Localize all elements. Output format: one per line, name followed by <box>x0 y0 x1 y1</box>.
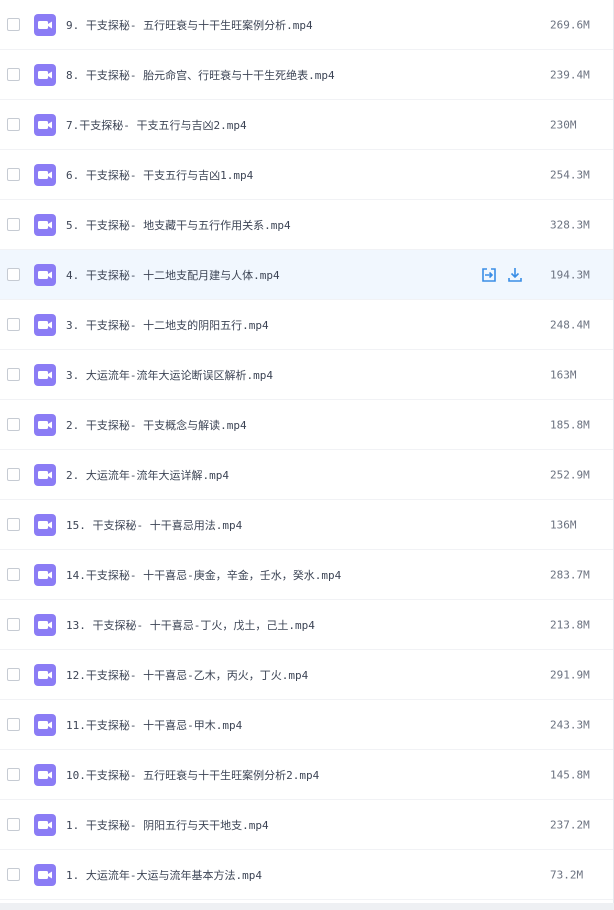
select-checkbox[interactable] <box>7 517 20 531</box>
video-file-icon <box>34 713 56 736</box>
file-size: 254.3M <box>550 168 590 181</box>
select-checkbox[interactable] <box>7 467 20 481</box>
file-size: 269.6M <box>550 18 590 31</box>
file-row[interactable]: 5. 干支探秘- 地支藏干与五行作用关系.mp4 328.3M <box>0 200 613 250</box>
video-file-icon <box>34 263 56 286</box>
file-size: 136M <box>550 518 577 531</box>
file-row[interactable]: 2. 干支探秘- 干支概念与解读.mp4 185.8M <box>0 400 613 450</box>
video-file-icon <box>34 213 56 236</box>
select-checkbox[interactable] <box>7 17 20 31</box>
file-name[interactable]: 3. 干支探秘- 十二地支的阴阳五行.mp4 <box>66 317 269 333</box>
video-file-icon <box>34 463 56 486</box>
file-row[interactable]: 7.干支探秘- 干支五行与吉凶2.mp4 230M <box>0 100 613 150</box>
file-size: 213.8M <box>550 618 590 631</box>
share-icon[interactable] <box>480 266 498 284</box>
video-file-icon <box>34 363 56 386</box>
file-name[interactable]: 8. 干支探秘- 胎元命宫、行旺衰与十干生死绝表.mp4 <box>66 67 335 83</box>
horizontal-scrollbar[interactable] <box>0 903 614 910</box>
select-checkbox[interactable] <box>7 717 20 731</box>
select-checkbox[interactable] <box>7 267 20 281</box>
select-checkbox[interactable] <box>7 817 20 831</box>
file-name[interactable]: 10.干支探秘- 五行旺衰与十干生旺案例分析2.mp4 <box>66 767 319 783</box>
file-row[interactable]: 9. 干支探秘- 五行旺衰与十干生旺案例分析.mp4 269.6M <box>0 0 613 50</box>
file-row[interactable]: 14.干支探秘- 十干喜忌-庚金，辛金，壬水，癸水.mp4 283.7M <box>0 550 613 600</box>
file-name[interactable]: 2. 大运流年-流年大运详解.mp4 <box>66 467 229 483</box>
select-checkbox[interactable] <box>7 217 20 231</box>
file-name[interactable]: 4. 干支探秘- 十二地支配月建与人体.mp4 <box>66 267 280 283</box>
file-row[interactable]: 6. 干支探秘- 干支五行与吉凶1.mp4 254.3M <box>0 150 613 200</box>
select-checkbox[interactable] <box>7 617 20 631</box>
file-name[interactable]: 9. 干支探秘- 五行旺衰与十干生旺案例分析.mp4 <box>66 17 313 33</box>
file-row[interactable]: 1. 干支探秘- 阴阳五行与天干地支.mp4 237.2M <box>0 800 613 850</box>
video-file-icon <box>34 863 56 886</box>
video-file-icon <box>34 113 56 136</box>
video-file-icon <box>34 763 56 786</box>
video-file-icon <box>34 313 56 336</box>
file-name[interactable]: 3. 大运流年-流年大运论断误区解析.mp4 <box>66 367 273 383</box>
file-size: 194.3M <box>550 268 590 281</box>
file-size: 248.4M <box>550 318 590 331</box>
row-actions <box>480 266 524 284</box>
video-file-icon <box>34 663 56 686</box>
file-name[interactable]: 6. 干支探秘- 干支五行与吉凶1.mp4 <box>66 167 253 183</box>
video-file-icon <box>34 13 56 36</box>
file-size: 73.2M <box>550 868 584 881</box>
download-icon[interactable] <box>506 266 524 284</box>
file-row[interactable]: 3. 干支探秘- 十二地支的阴阳五行.mp4 248.4M <box>0 300 613 350</box>
file-size: 230M <box>550 118 577 131</box>
file-row[interactable]: 4. 干支探秘- 十二地支配月建与人体.mp4 194.3M <box>0 250 613 300</box>
video-file-icon <box>34 163 56 186</box>
video-file-icon <box>34 513 56 536</box>
file-size: 283.7M <box>550 568 590 581</box>
select-checkbox[interactable] <box>7 167 20 181</box>
file-size: 163M <box>550 368 577 381</box>
select-checkbox[interactable] <box>7 67 20 81</box>
file-size: 237.2M <box>550 818 590 831</box>
file-row[interactable]: 10.干支探秘- 五行旺衰与十干生旺案例分析2.mp4 145.8M <box>0 750 613 800</box>
file-row[interactable]: 13. 干支探秘- 十干喜忌-丁火，戊土，己土.mp4 213.8M <box>0 600 613 650</box>
file-row[interactable]: 3. 大运流年-流年大运论断误区解析.mp4 163M <box>0 350 613 400</box>
file-name[interactable]: 12.干支探秘- 十干喜忌-乙木，丙火，丁火.mp4 <box>66 667 308 683</box>
select-checkbox[interactable] <box>7 317 20 331</box>
file-name[interactable]: 11.干支探秘- 十干喜忌-甲木.mp4 <box>66 717 242 733</box>
file-row[interactable]: 11.干支探秘- 十干喜忌-甲木.mp4 243.3M <box>0 700 613 750</box>
file-size: 243.3M <box>550 718 590 731</box>
file-name[interactable]: 2. 干支探秘- 干支概念与解读.mp4 <box>66 417 247 433</box>
file-list: 9. 干支探秘- 五行旺衰与十干生旺案例分析.mp4 269.6M 8. 干支探秘-… <box>0 0 614 910</box>
file-size: 291.9M <box>550 668 590 681</box>
file-size: 328.3M <box>550 218 590 231</box>
file-size: 145.8M <box>550 768 590 781</box>
file-name[interactable]: 15. 干支探秘- 十干喜忌用法.mp4 <box>66 517 242 533</box>
file-name[interactable]: 1. 大运流年-大运与流年基本方法.mp4 <box>66 867 262 883</box>
file-row[interactable]: 8. 干支探秘- 胎元命宫、行旺衰与十干生死绝表.mp4 239.4M <box>0 50 613 100</box>
file-size: 252.9M <box>550 468 590 481</box>
file-size: 185.8M <box>550 418 590 431</box>
select-checkbox[interactable] <box>7 567 20 581</box>
file-row[interactable]: 2. 大运流年-流年大运详解.mp4 252.9M <box>0 450 613 500</box>
video-file-icon <box>34 813 56 836</box>
video-file-icon <box>34 563 56 586</box>
video-file-icon <box>34 613 56 636</box>
select-checkbox[interactable] <box>7 667 20 681</box>
video-file-icon <box>34 63 56 86</box>
select-checkbox[interactable] <box>7 117 20 131</box>
select-checkbox[interactable] <box>7 867 20 881</box>
file-row[interactable]: 15. 干支探秘- 十干喜忌用法.mp4 136M <box>0 500 613 550</box>
file-name[interactable]: 7.干支探秘- 干支五行与吉凶2.mp4 <box>66 117 247 133</box>
select-checkbox[interactable] <box>7 367 20 381</box>
select-checkbox[interactable] <box>7 767 20 781</box>
video-file-icon <box>34 413 56 436</box>
file-name[interactable]: 1. 干支探秘- 阴阳五行与天干地支.mp4 <box>66 817 269 833</box>
file-row[interactable]: 1. 大运流年-大运与流年基本方法.mp4 73.2M <box>0 850 613 900</box>
file-row[interactable]: 12.干支探秘- 十干喜忌-乙木，丙火，丁火.mp4 291.9M <box>0 650 613 700</box>
file-name[interactable]: 14.干支探秘- 十干喜忌-庚金，辛金，壬水，癸水.mp4 <box>66 567 341 583</box>
file-name[interactable]: 13. 干支探秘- 十干喜忌-丁火，戊土，己土.mp4 <box>66 617 315 633</box>
file-name[interactable]: 5. 干支探秘- 地支藏干与五行作用关系.mp4 <box>66 217 291 233</box>
select-checkbox[interactable] <box>7 417 20 431</box>
file-size: 239.4M <box>550 68 590 81</box>
